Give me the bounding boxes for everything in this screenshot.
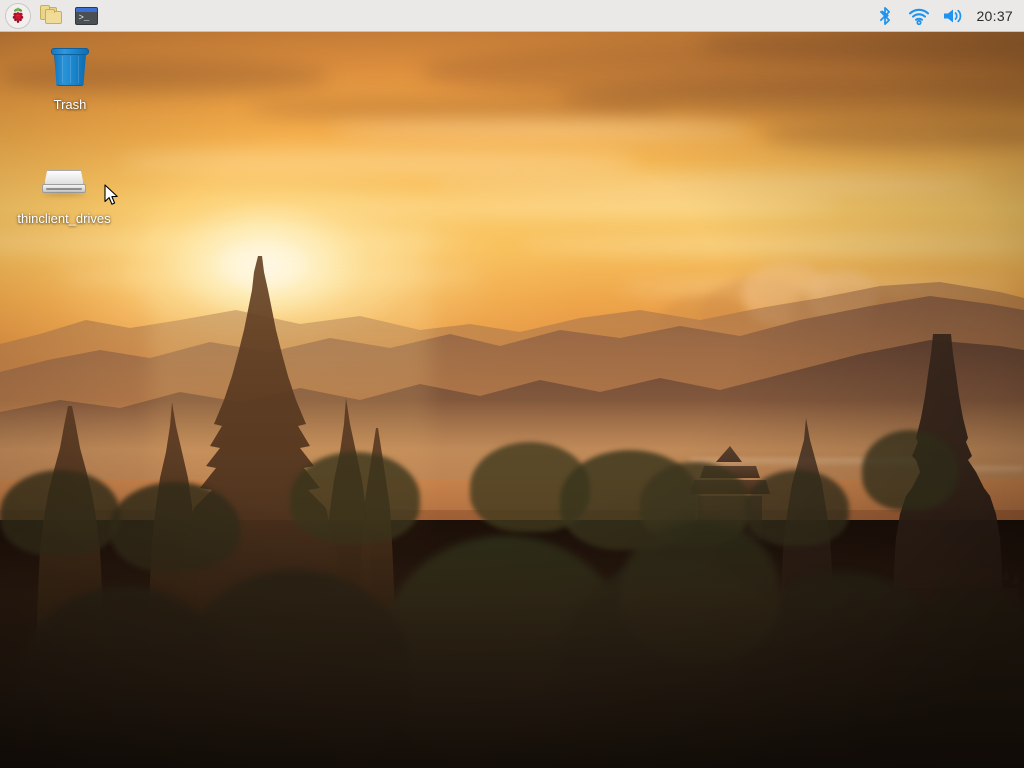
desktop-icon-label: Trash (53, 97, 87, 112)
bluetooth-glyph (880, 6, 891, 25)
tree-canopy (862, 430, 958, 510)
foreground-shadow (0, 520, 1024, 768)
wifi-icon[interactable] (908, 5, 930, 27)
trash-icon (46, 44, 94, 92)
wifi-glyph (909, 8, 930, 25)
desktop-icon-trash[interactable]: Trash (8, 44, 132, 112)
drive-icon (40, 158, 88, 206)
desktop-icon-thinclient-drives[interactable]: thinclient_drives (2, 158, 126, 226)
menu-button[interactable] (3, 2, 33, 30)
taskbar: >_ 20:37 (0, 0, 1024, 32)
system-tray: 20:37 (874, 5, 1024, 27)
bluetooth-icon[interactable] (874, 5, 896, 27)
raspberry-glyph (12, 7, 24, 23)
terminal-prompt-text: >_ (78, 12, 90, 23)
desktop-wallpaper[interactable] (0, 0, 1024, 768)
raspberry-menu-icon (5, 2, 31, 29)
clock[interactable]: 20:37 (976, 8, 1013, 24)
desktop-screen: Trash thinclient_drives >_ 20:37 (0, 0, 1024, 768)
taskbar-launcher-group: >_ (0, 2, 101, 30)
desktop-icon-label: thinclient_drives (17, 211, 111, 226)
file-manager-icon (40, 4, 64, 26)
volume-glyph (944, 9, 962, 22)
file-manager-button[interactable] (37, 2, 67, 30)
volume-icon[interactable] (942, 5, 964, 27)
terminal-button[interactable]: >_ (71, 2, 101, 30)
terminal-icon: >_ (74, 6, 98, 25)
